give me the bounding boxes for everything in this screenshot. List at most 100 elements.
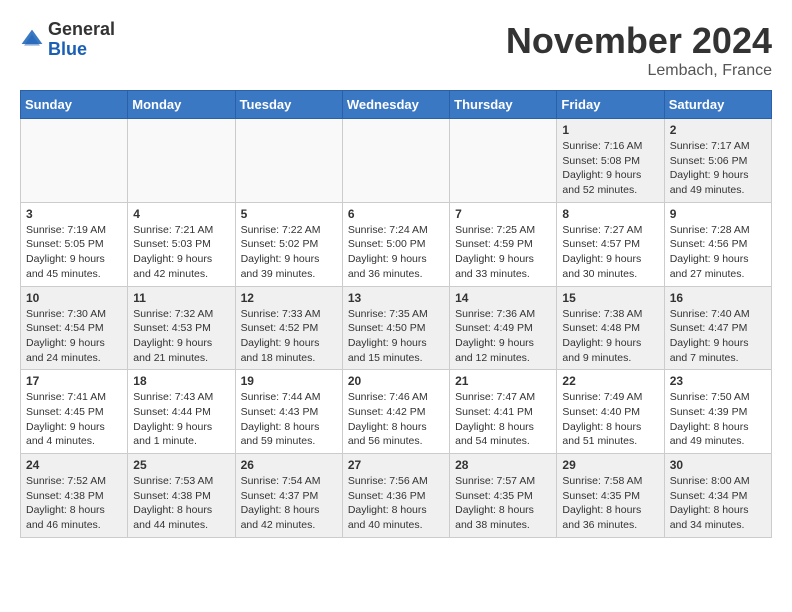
day-info: Sunrise: 7:40 AM Sunset: 4:47 PM Dayligh… [670,307,766,366]
calendar-cell: 27 Sunrise: 7:56 AM Sunset: 4:36 PM Dayli… [342,454,449,538]
day-info: Sunrise: 7:17 AM Sunset: 5:06 PM Dayligh… [670,139,766,198]
day-number: 19 [241,374,337,388]
day-number: 7 [455,207,551,221]
calendar-cell: 9 Sunrise: 7:28 AM Sunset: 4:56 PM Daylig… [664,202,771,286]
day-number: 24 [26,458,122,472]
calendar-cell: 14 Sunrise: 7:36 AM Sunset: 4:49 PM Dayli… [450,286,557,370]
title-block: November 2024 Lembach, France [506,20,772,80]
calendar-cell [128,119,235,203]
day-number: 28 [455,458,551,472]
month-title: November 2024 [506,20,772,62]
calendar-cell: 10 Sunrise: 7:30 AM Sunset: 4:54 PM Dayli… [21,286,128,370]
calendar-cell [21,119,128,203]
calendar-cell: 13 Sunrise: 7:35 AM Sunset: 4:50 PM Dayli… [342,286,449,370]
calendar-cell: 21Sunrise: 7:47 AM Sunset: 4:41 PM Dayli… [450,370,557,454]
day-info: Sunrise: 7:46 AM Sunset: 4:42 PM Dayligh… [348,390,444,449]
day-info: Sunrise: 7:22 AM Sunset: 5:02 PM Dayligh… [241,223,337,282]
day-info: Sunrise: 7:50 AM Sunset: 4:39 PM Dayligh… [670,390,766,449]
day-info: Sunrise: 8:00 AM Sunset: 4:34 PM Dayligh… [670,474,766,533]
calendar-cell: 3 Sunrise: 7:19 AM Sunset: 5:05 PM Daylig… [21,202,128,286]
calendar-cell: 11 Sunrise: 7:32 AM Sunset: 4:53 PM Dayli… [128,286,235,370]
day-info: Sunrise: 7:56 AM Sunset: 4:36 PM Dayligh… [348,474,444,533]
calendar-cell: 4 Sunrise: 7:21 AM Sunset: 5:03 PM Daylig… [128,202,235,286]
day-number: 20 [348,374,444,388]
day-info: Sunrise: 7:58 AM Sunset: 4:35 PM Dayligh… [562,474,658,533]
day-info: Sunrise: 7:28 AM Sunset: 4:56 PM Dayligh… [670,223,766,282]
day-info: Sunrise: 7:19 AM Sunset: 5:05 PM Dayligh… [26,223,122,282]
day-number: 12 [241,291,337,305]
calendar-cell: 1 Sunrise: 7:16 AM Sunset: 5:08 PM Daylig… [557,119,664,203]
day-info: Sunrise: 7:57 AM Sunset: 4:35 PM Dayligh… [455,474,551,533]
logo-blue-text: Blue [48,39,87,59]
logo-general-text: General [48,19,115,39]
calendar-cell: 15Sunrise: 7:38 AM Sunset: 4:48 PM Dayli… [557,286,664,370]
calendar-cell: 28 Sunrise: 7:57 AM Sunset: 4:35 PM Dayli… [450,454,557,538]
day-info: Sunrise: 7:38 AM Sunset: 4:48 PM Dayligh… [562,307,658,366]
header-saturday: Saturday [664,91,771,119]
logo: General Blue [20,20,115,60]
day-number: 11 [133,291,229,305]
day-number: 6 [348,207,444,221]
calendar-cell [235,119,342,203]
day-number: 25 [133,458,229,472]
header-sunday: Sunday [21,91,128,119]
calendar-cell: 12Sunrise: 7:33 AM Sunset: 4:52 PM Dayli… [235,286,342,370]
week-row-2: 10 Sunrise: 7:30 AM Sunset: 4:54 PM Dayli… [21,286,772,370]
calendar-cell: 8 Sunrise: 7:27 AM Sunset: 4:57 PM Daylig… [557,202,664,286]
day-info: Sunrise: 7:54 AM Sunset: 4:37 PM Dayligh… [241,474,337,533]
day-number: 8 [562,207,658,221]
day-info: Sunrise: 7:16 AM Sunset: 5:08 PM Dayligh… [562,139,658,198]
day-info: Sunrise: 7:32 AM Sunset: 4:53 PM Dayligh… [133,307,229,366]
day-number: 5 [241,207,337,221]
calendar-cell: 25 Sunrise: 7:53 AM Sunset: 4:38 PM Dayli… [128,454,235,538]
page-header: General Blue November 2024 Lembach, Fran… [20,20,772,80]
day-number: 2 [670,123,766,137]
day-number: 13 [348,291,444,305]
calendar-cell: 29 Sunrise: 7:58 AM Sunset: 4:35 PM Dayli… [557,454,664,538]
day-info: Sunrise: 7:21 AM Sunset: 5:03 PM Dayligh… [133,223,229,282]
day-info: Sunrise: 7:47 AM Sunset: 4:41 PM Dayligh… [455,390,551,449]
day-number: 9 [670,207,766,221]
calendar-cell: 5 Sunrise: 7:22 AM Sunset: 5:02 PM Daylig… [235,202,342,286]
week-row-1: 3 Sunrise: 7:19 AM Sunset: 5:05 PM Daylig… [21,202,772,286]
calendar-table: SundayMondayTuesdayWednesdayThursdayFrid… [20,90,772,538]
calendar-cell: 7 Sunrise: 7:25 AM Sunset: 4:59 PM Daylig… [450,202,557,286]
week-row-4: 24Sunrise: 7:52 AM Sunset: 4:38 PM Dayli… [21,454,772,538]
calendar-cell: 24Sunrise: 7:52 AM Sunset: 4:38 PM Dayli… [21,454,128,538]
day-info: Sunrise: 7:27 AM Sunset: 4:57 PM Dayligh… [562,223,658,282]
calendar-cell [450,119,557,203]
day-number: 29 [562,458,658,472]
day-info: Sunrise: 7:35 AM Sunset: 4:50 PM Dayligh… [348,307,444,366]
week-row-0: 1 Sunrise: 7:16 AM Sunset: 5:08 PM Daylig… [21,119,772,203]
calendar-cell: 19Sunrise: 7:44 AM Sunset: 4:43 PM Dayli… [235,370,342,454]
header-thursday: Thursday [450,91,557,119]
day-number: 1 [562,123,658,137]
calendar-cell: 6Sunrise: 7:24 AM Sunset: 5:00 PM Daylig… [342,202,449,286]
logo-icon [20,28,44,52]
day-info: Sunrise: 7:49 AM Sunset: 4:40 PM Dayligh… [562,390,658,449]
header-wednesday: Wednesday [342,91,449,119]
calendar-cell: 30 Sunrise: 8:00 AM Sunset: 4:34 PM Dayli… [664,454,771,538]
calendar-cell: 20 Sunrise: 7:46 AM Sunset: 4:42 PM Dayli… [342,370,449,454]
calendar-cell: 2 Sunrise: 7:17 AM Sunset: 5:06 PM Daylig… [664,119,771,203]
day-number: 17 [26,374,122,388]
day-number: 27 [348,458,444,472]
day-info: Sunrise: 7:30 AM Sunset: 4:54 PM Dayligh… [26,307,122,366]
day-number: 10 [26,291,122,305]
day-info: Sunrise: 7:25 AM Sunset: 4:59 PM Dayligh… [455,223,551,282]
calendar-cell: 18Sunrise: 7:43 AM Sunset: 4:44 PM Dayli… [128,370,235,454]
day-info: Sunrise: 7:53 AM Sunset: 4:38 PM Dayligh… [133,474,229,533]
day-number: 14 [455,291,551,305]
day-number: 30 [670,458,766,472]
calendar-cell: 22Sunrise: 7:49 AM Sunset: 4:40 PM Dayli… [557,370,664,454]
calendar-cell: 26Sunrise: 7:54 AM Sunset: 4:37 PM Dayli… [235,454,342,538]
calendar-cell: 16 Sunrise: 7:40 AM Sunset: 4:47 PM Dayli… [664,286,771,370]
day-info: Sunrise: 7:36 AM Sunset: 4:49 PM Dayligh… [455,307,551,366]
day-number: 4 [133,207,229,221]
day-number: 16 [670,291,766,305]
header-tuesday: Tuesday [235,91,342,119]
day-number: 3 [26,207,122,221]
calendar-cell [342,119,449,203]
day-number: 18 [133,374,229,388]
location-title: Lembach, France [506,62,772,80]
